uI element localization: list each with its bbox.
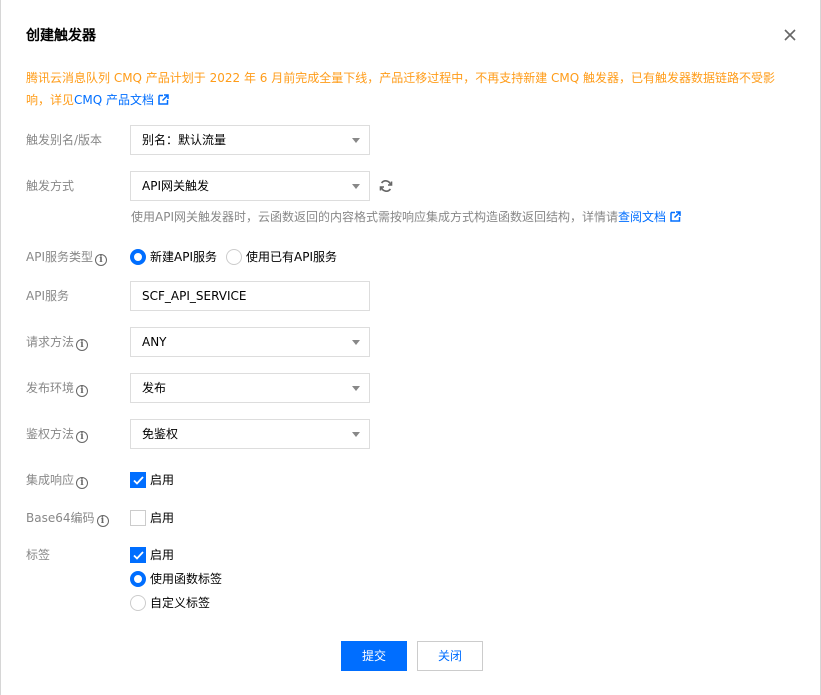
checkbox-checked-icon xyxy=(130,471,146,488)
radio-existing-api-service[interactable]: 使用已有API服务 xyxy=(226,248,337,265)
submit-button[interactable]: 提交 xyxy=(341,641,407,671)
integration-text: 集成响应 xyxy=(26,473,75,487)
trigger-type-label: 触发方式 xyxy=(26,179,75,193)
tags-label: 标签 xyxy=(26,548,51,562)
external-link-icon[interactable] xyxy=(670,210,681,226)
radio-checked-icon xyxy=(130,570,146,587)
radio-unchecked-icon xyxy=(130,594,146,611)
alias-label: 触发别名/版本 xyxy=(26,133,103,147)
env-value: 发布 xyxy=(142,381,167,395)
env-text: 发布环境 xyxy=(26,381,75,395)
radio-checked-icon xyxy=(130,248,146,265)
close-button[interactable]: 关闭 xyxy=(417,641,483,671)
base64-label: Base64编码 i xyxy=(26,510,109,527)
auth-value: 免鉴权 xyxy=(142,427,179,441)
dialog-title: 创建触发器 xyxy=(26,28,96,44)
radio-function-tags[interactable]: 使用函数标签 xyxy=(130,570,222,587)
auth-text: 鉴权方法 xyxy=(26,427,75,441)
auth-select[interactable]: 免鉴权 xyxy=(130,419,370,449)
integration-checkbox[interactable]: 启用 xyxy=(130,471,174,488)
integration-checkbox-label: 启用 xyxy=(150,473,175,487)
hint-text: 使用API网关触发器时，云函数返回的内容格式需按响应集成方式构造函数返回结构，详… xyxy=(131,210,618,224)
tags-checkbox-label: 启用 xyxy=(150,548,175,562)
api-service-label: API服务 xyxy=(26,289,69,303)
chevron-down-icon xyxy=(352,432,360,437)
request-method-select[interactable]: ANY xyxy=(130,327,370,357)
integration-label: 集成响应 i xyxy=(26,472,89,489)
auth-label: 鉴权方法 i xyxy=(26,426,89,443)
alias-value: 别名：默认流量 xyxy=(142,133,227,147)
checkbox-unchecked-icon xyxy=(130,509,146,526)
base64-checkbox-label: 启用 xyxy=(150,511,175,525)
radio-existing-api-service-label: 使用已有API服务 xyxy=(246,250,337,264)
chevron-down-icon xyxy=(352,386,360,391)
cmq-doc-link[interactable]: CMQ 产品文档 xyxy=(74,93,154,107)
radio-custom-tags-label: 自定义标签 xyxy=(150,596,211,610)
radio-custom-tags[interactable]: 自定义标签 xyxy=(130,594,210,611)
trigger-type-select[interactable]: API网关触发 xyxy=(130,171,370,201)
docs-link[interactable]: 查阅文档 xyxy=(618,210,666,224)
tags-checkbox[interactable]: 启用 xyxy=(130,546,174,563)
radio-new-api-service-label: 新建API服务 xyxy=(150,250,217,264)
deprecation-notice: 腾讯云消息队列 CMQ 产品计划于 2022 年 6 月前完成全量下线，产品迁移… xyxy=(26,67,796,112)
env-select[interactable]: 发布 xyxy=(130,373,370,403)
request-method-text: 请求方法 xyxy=(26,335,75,349)
chevron-down-icon xyxy=(352,138,360,143)
info-icon[interactable]: i xyxy=(96,515,109,527)
close-icon[interactable] xyxy=(779,24,801,46)
info-icon[interactable]: i xyxy=(76,477,89,489)
trigger-type-value: API网关触发 xyxy=(142,179,209,193)
radio-function-tags-label: 使用函数标签 xyxy=(150,572,223,586)
checkbox-checked-icon xyxy=(130,546,146,563)
info-icon[interactable]: i xyxy=(76,385,89,397)
trigger-hint: 使用API网关触发器时，云函数返回的内容格式需按响应集成方式构造函数返回结构，详… xyxy=(131,209,681,226)
external-link-icon[interactable] xyxy=(158,90,169,112)
base64-checkbox[interactable]: 启用 xyxy=(130,509,174,526)
radio-unchecked-icon xyxy=(226,248,242,265)
api-service-input[interactable]: SCF_API_SERVICE xyxy=(130,281,370,311)
radio-new-api-service[interactable]: 新建API服务 xyxy=(130,248,217,265)
create-trigger-dialog: 创建触发器 腾讯云消息队列 CMQ 产品计划于 2022 年 6 月前完成全量下… xyxy=(0,0,821,695)
request-method-label: 请求方法 i xyxy=(26,334,89,351)
info-icon[interactable]: i xyxy=(76,431,89,443)
request-method-value: ANY xyxy=(142,335,167,349)
alias-select[interactable]: 别名：默认流量 xyxy=(130,125,370,155)
info-icon[interactable]: i xyxy=(95,254,107,266)
env-label: 发布环境 i xyxy=(26,380,89,397)
api-service-value: SCF_API_SERVICE xyxy=(142,289,247,303)
base64-text: Base64编码 xyxy=(26,511,95,525)
api-service-type-text: API服务类型 xyxy=(26,250,93,264)
refresh-icon[interactable] xyxy=(378,178,394,194)
chevron-down-icon xyxy=(352,184,360,189)
api-service-type-label: API服务类型 i xyxy=(26,249,107,266)
info-icon[interactable]: i xyxy=(76,339,89,351)
chevron-down-icon xyxy=(352,340,360,345)
